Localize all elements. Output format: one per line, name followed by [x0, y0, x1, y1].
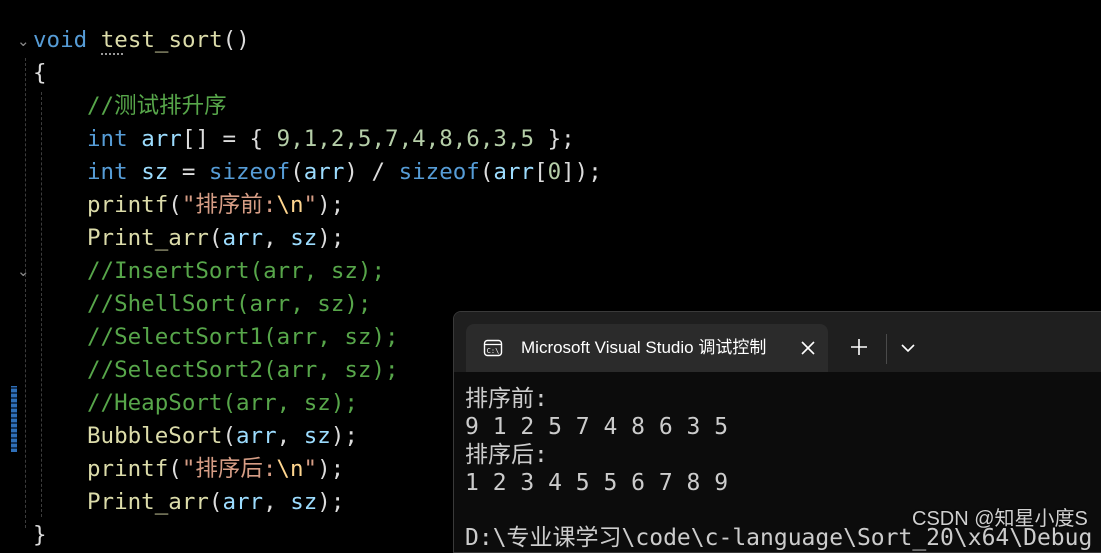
- operator: =: [168, 159, 209, 185]
- punctuation: ,: [263, 225, 291, 251]
- function-name: BubbleSort: [87, 423, 223, 449]
- indent-guide: [25, 58, 26, 528]
- fold-chevron-down-icon[interactable]: ⌄: [17, 33, 30, 49]
- punctuation: );: [317, 192, 345, 218]
- escape-sequence: \n: [276, 192, 304, 218]
- punctuation: (: [479, 159, 494, 185]
- svg-text:C:\: C:\: [487, 347, 500, 355]
- change-indicator: [11, 386, 17, 452]
- variable: arr: [141, 126, 182, 152]
- string-literal: "排序前:: [181, 192, 277, 218]
- function-name: test_sort: [100, 27, 223, 53]
- keyword: int: [87, 159, 128, 185]
- escape-sequence: \n: [276, 456, 304, 482]
- code-line-close-brace: }: [33, 519, 47, 552]
- number-literal: 9,1,2,5,7,4,8,6,3,5: [276, 126, 535, 152]
- punctuation: ) /: [344, 159, 399, 185]
- function-name: printf: [87, 192, 169, 218]
- punctuation: (): [222, 27, 250, 53]
- function-name: Print_arr: [87, 489, 209, 515]
- variable: arr: [236, 423, 277, 449]
- titlebar-separator: [886, 334, 887, 364]
- function-name: Print_arr: [87, 225, 209, 251]
- keyword: void: [33, 27, 88, 53]
- chevron-down-icon[interactable]: [898, 338, 918, 358]
- punctuation: (: [290, 159, 304, 185]
- code-line: Print_arr(arr, sz);: [87, 486, 344, 519]
- code-line: int arr[] = { 9,1,2,5,7,4,8,6,3,5 };: [87, 123, 575, 156]
- plus-icon[interactable]: [848, 336, 870, 358]
- tab-title: Microsoft Visual Studio 调试控制台: [521, 338, 768, 357]
- number-literal: 0: [547, 159, 562, 185]
- variable: sz: [141, 159, 169, 185]
- comment: //SelectSort2(arr, sz);: [87, 357, 399, 383]
- comment: //测试排升序: [87, 93, 227, 119]
- code-line: //InsertSort(arr, sz);: [87, 255, 385, 288]
- string-literal: ": [303, 456, 318, 482]
- variable: sz: [290, 489, 318, 515]
- string-literal: ": [303, 192, 318, 218]
- function-name: printf: [87, 456, 169, 482]
- code-line: printf("排序后:\n");: [87, 453, 344, 486]
- variable: arr: [222, 225, 264, 251]
- terminal-output-line: 1 2 3 4 5 5 6 7 8 9: [465, 470, 729, 496]
- code-line-signature: void test_sort(): [33, 24, 250, 57]
- terminal-titlebar[interactable]: C:\ Microsoft Visual Studio 调试控制台: [454, 312, 1101, 372]
- string-literal: "排序后:: [181, 456, 277, 482]
- keyword: int: [87, 126, 128, 152]
- csdn-watermark: CSDN @知星小度S: [912, 508, 1088, 530]
- terminal-tab[interactable]: C:\ Microsoft Visual Studio 调试控制台: [466, 324, 828, 372]
- punctuation: ,: [276, 423, 304, 449]
- indent-guide: [41, 92, 42, 517]
- comment: //ShellSort(arr, sz);: [87, 291, 372, 317]
- variable: sz: [303, 423, 331, 449]
- punctuation: ,: [263, 489, 291, 515]
- code-line: Print_arr(arr, sz);: [87, 222, 344, 255]
- keyword: sizeof: [208, 159, 291, 185]
- code-line: //ShellSort(arr, sz);: [87, 288, 371, 321]
- code-line: printf("排序前:\n");: [87, 189, 344, 222]
- punctuation: (: [168, 192, 182, 218]
- code-line: BubbleSort(arr, sz);: [87, 420, 358, 453]
- code-line: //SelectSort2(arr, sz);: [87, 354, 399, 387]
- punctuation: (: [168, 456, 182, 482]
- punctuation: );: [317, 456, 345, 482]
- punctuation: ]);: [561, 159, 602, 185]
- punctuation: );: [317, 225, 345, 251]
- punctuation: (: [208, 225, 223, 251]
- punctuation: );: [317, 489, 345, 515]
- code-line: //测试排升序: [87, 90, 227, 123]
- terminal-output-line: 排序后:: [465, 442, 548, 468]
- comment: //InsertSort(arr, sz);: [87, 258, 386, 284]
- comment: //HeapSort(arr, sz);: [87, 390, 358, 416]
- punctuation: );: [330, 423, 358, 449]
- code-line: //SelectSort1(arr, sz);: [87, 321, 399, 354]
- close-icon[interactable]: [796, 336, 820, 360]
- squiggle-underline: [101, 53, 123, 55]
- code-line-open-brace: {: [33, 57, 47, 90]
- console-window-icon: C:\: [483, 339, 503, 357]
- terminal-output-line: 9 1 2 5 7 4 8 6 3 5: [465, 414, 729, 440]
- punctuation: (: [222, 423, 237, 449]
- variable: arr: [303, 159, 345, 185]
- punctuation: };: [534, 126, 575, 152]
- variable: arr: [222, 489, 264, 515]
- punctuation: (: [208, 489, 223, 515]
- comment: //SelectSort1(arr, sz);: [87, 324, 399, 350]
- punctuation: [: [534, 159, 548, 185]
- fold-chevron-down-icon[interactable]: ⌄: [17, 263, 30, 279]
- keyword: sizeof: [398, 159, 480, 185]
- variable: sz: [290, 225, 318, 251]
- variable: arr: [493, 159, 535, 185]
- code-line: int sz = sizeof(arr) / sizeof(arr[0]);: [87, 156, 602, 189]
- close-brace: }: [33, 522, 47, 548]
- code-line: //HeapSort(arr, sz);: [87, 387, 358, 420]
- punctuation: [] = {: [181, 126, 277, 152]
- open-brace: {: [33, 60, 47, 86]
- terminal-output-line: 排序前:: [465, 386, 548, 412]
